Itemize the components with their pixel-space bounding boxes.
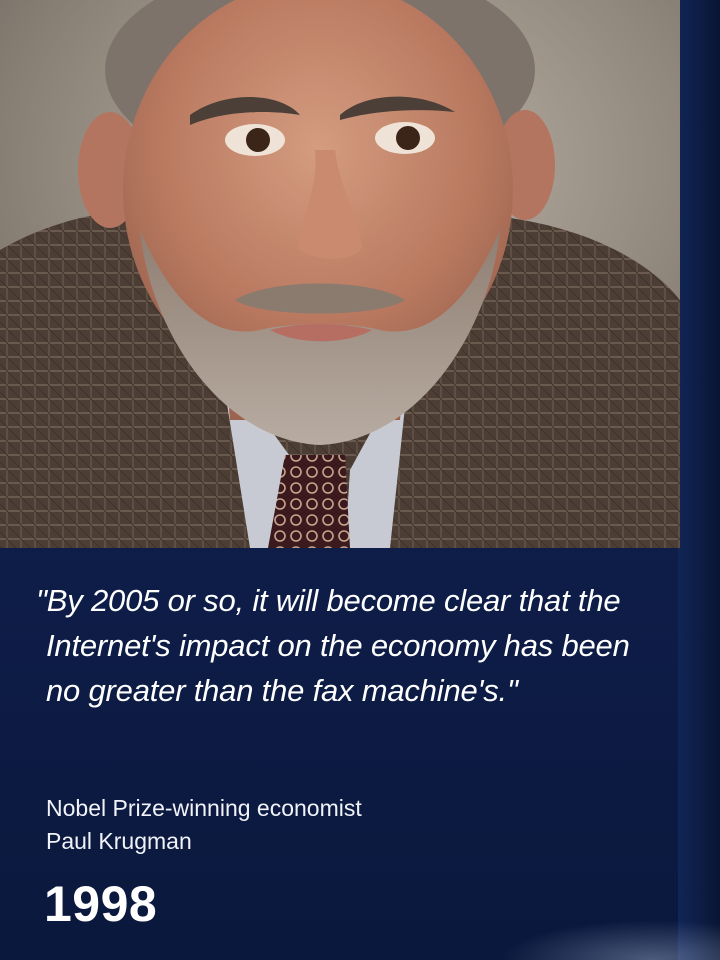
right-iris [396, 126, 420, 150]
board-edge [678, 0, 720, 960]
attribution-title: Nobel Prize-winning economist [46, 795, 362, 821]
left-iris [246, 128, 270, 152]
attribution-name: Paul Krugman [46, 828, 192, 854]
quote-text: "By 2005 or so, it will become clear tha… [36, 583, 630, 708]
year-label: 1998 [44, 876, 158, 932]
portrait-illustration [0, 0, 680, 548]
poster-board: "By 2005 or so, it will become clear tha… [0, 0, 720, 960]
portrait-photo [0, 0, 680, 548]
quote-block: "By 2005 or so, it will become clear tha… [36, 578, 656, 713]
attribution: Nobel Prize-winning economist Paul Krugm… [46, 792, 606, 858]
light-glare [500, 920, 720, 960]
